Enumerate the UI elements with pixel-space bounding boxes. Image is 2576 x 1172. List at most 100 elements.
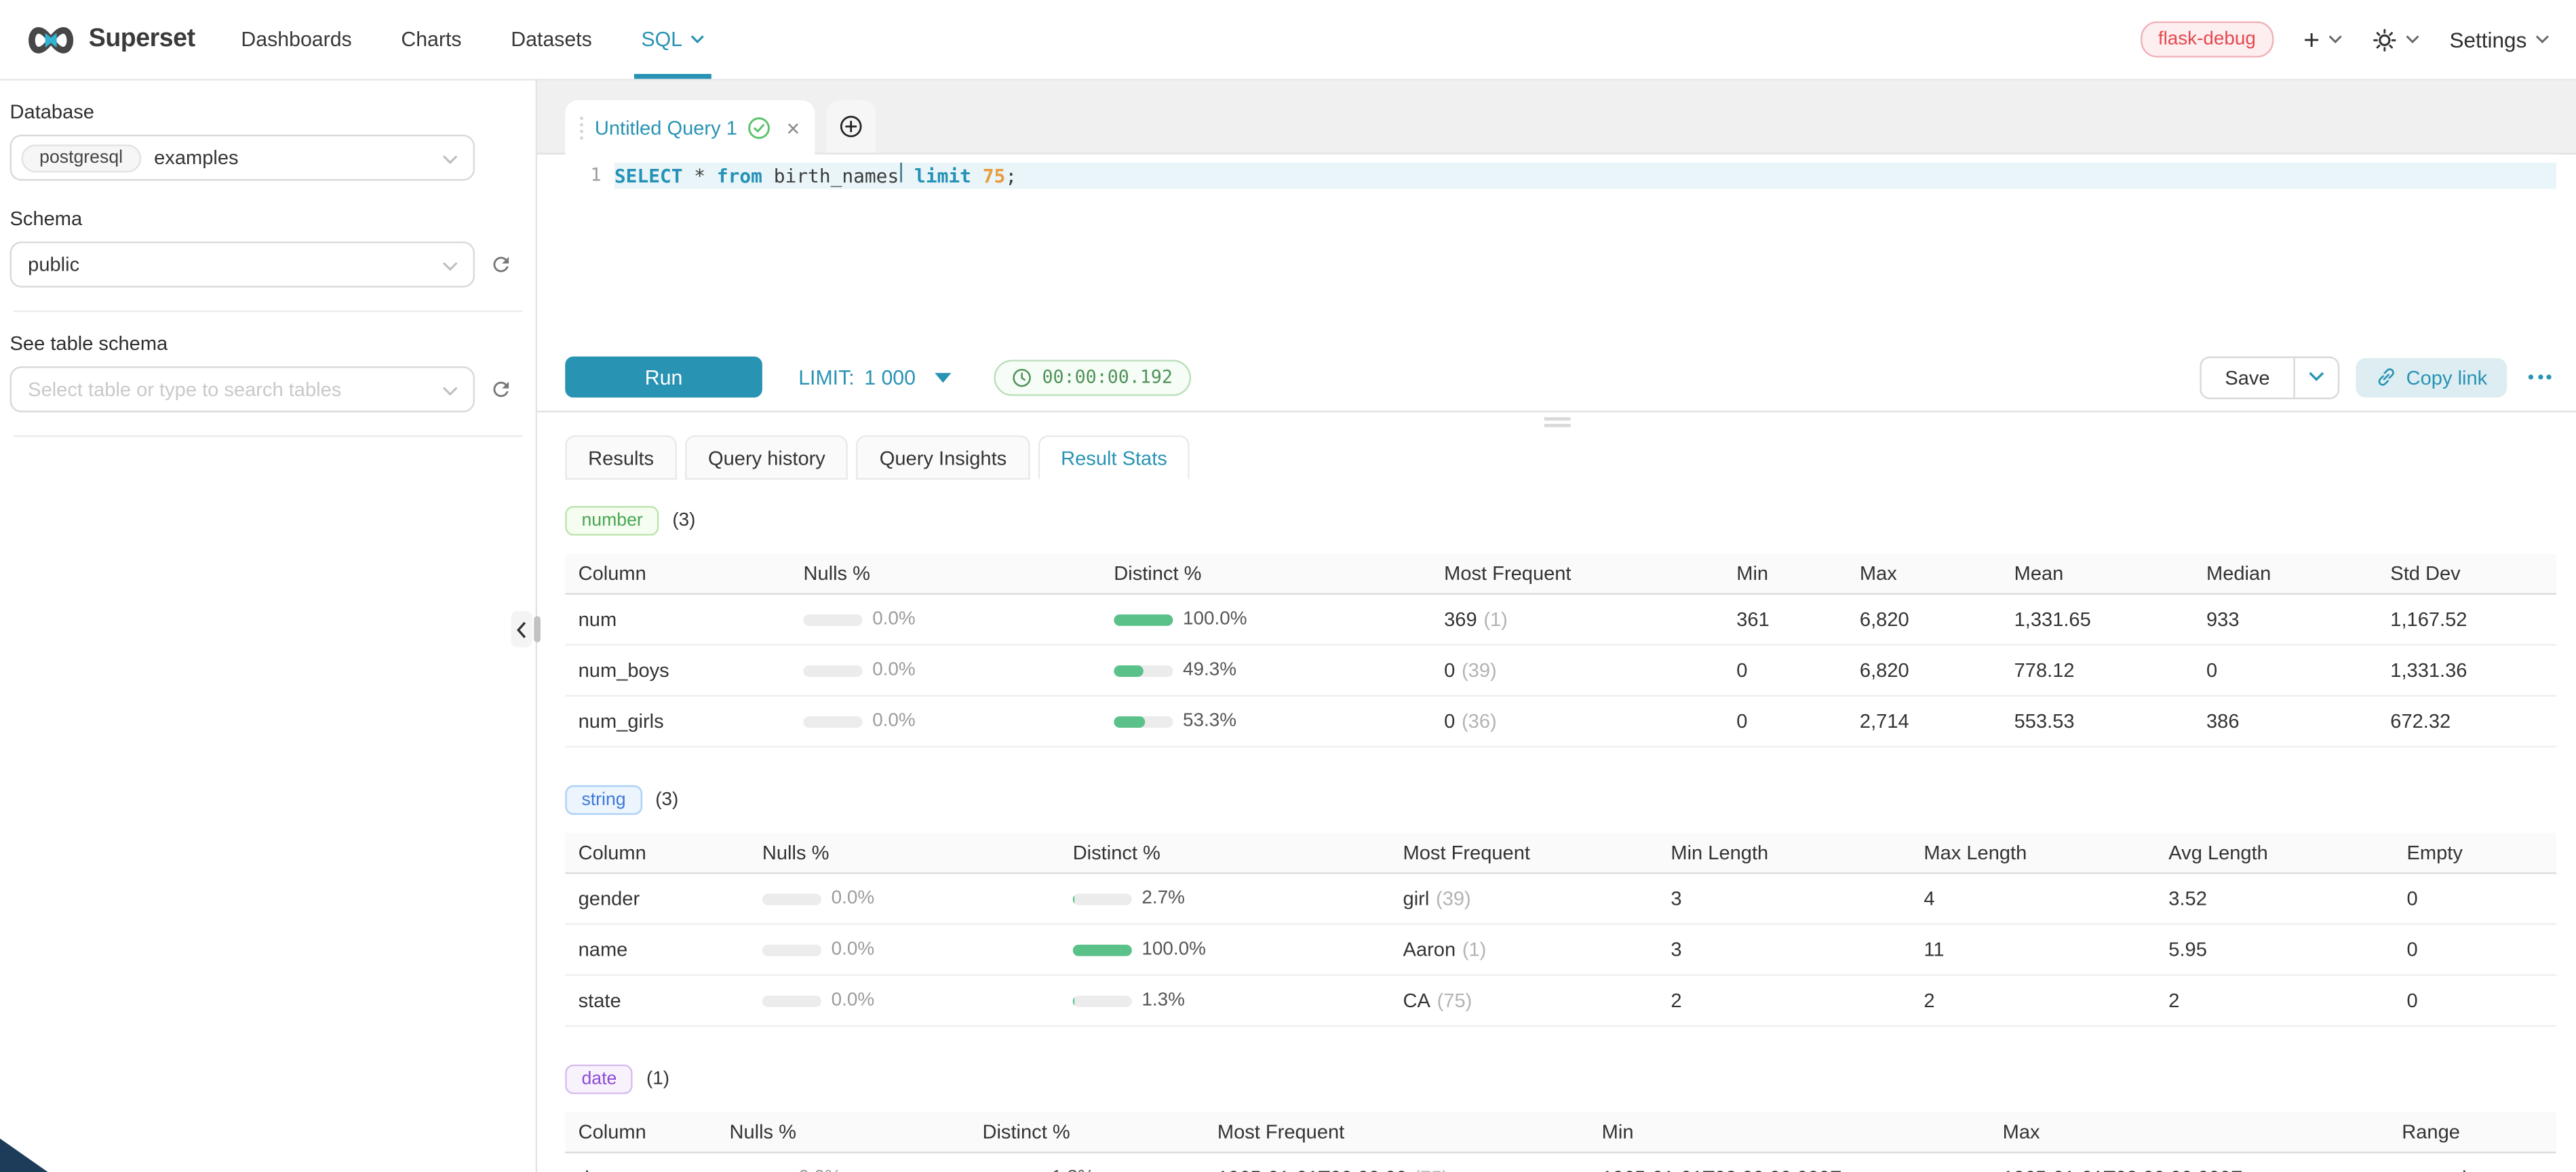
code-token: ; xyxy=(1005,164,1017,187)
bar-fill xyxy=(1114,614,1173,625)
table-row: num0.0%100.0%369(1)3616,8201,331.659331,… xyxy=(565,595,2556,646)
nulls-bar xyxy=(762,995,821,1007)
panel-scrollbar-thumb[interactable] xyxy=(534,616,541,642)
database-value: examples xyxy=(154,146,238,170)
column-count: (1) xyxy=(646,1070,669,1089)
header-cell: Avg Length xyxy=(2155,841,2394,864)
editor-code-area[interactable]: SELECT * from birth_names limit 75; xyxy=(614,155,2556,344)
header-cell: Column xyxy=(565,562,790,585)
resize-drag-handle[interactable] xyxy=(1544,417,1570,427)
header-cell: Column xyxy=(565,841,749,864)
stat-value-cell: 933 xyxy=(2193,608,2377,631)
drag-handle-icon[interactable] xyxy=(580,116,585,139)
nulls-cell: 0.0% xyxy=(716,1168,969,1172)
stat-value-cell: 0 xyxy=(2394,887,2556,910)
distinct-bar xyxy=(1073,995,1132,1007)
sql-editor[interactable]: 1 SELECT * from birth_names limit 75; xyxy=(565,155,2556,344)
refresh-icon[interactable] xyxy=(490,378,513,401)
chevron-down-icon xyxy=(442,155,458,166)
more-options-button[interactable] xyxy=(2523,366,2556,387)
nav-item-dashboards[interactable]: Dashboards xyxy=(241,0,351,79)
header-cell: Std Dev xyxy=(2377,562,2556,585)
stat-value-cell: 672.32 xyxy=(2377,709,2556,732)
query-tab-title: Untitled Query 1 xyxy=(595,116,737,139)
clock-icon xyxy=(1013,367,1032,387)
save-button[interactable]: Save xyxy=(2202,357,2292,397)
stats-section-number: number(3) ColumnNulls %Distinct %Most Fre… xyxy=(565,506,2556,747)
bar-fill xyxy=(1073,995,1074,1007)
section-header: string(3) xyxy=(565,785,2556,815)
header-cell: Min xyxy=(1723,562,1847,585)
header-cell: Most Frequent xyxy=(1204,1120,1588,1144)
stat-value-cell: 1,331.36 xyxy=(2377,659,2556,682)
mouse-cursor xyxy=(0,1130,50,1172)
table-header-row: ColumnNulls %Distinct %Most FrequentMin … xyxy=(565,833,2556,874)
schema-select[interactable]: public xyxy=(10,241,475,288)
table-select-placeholder: Select table or type to search tables xyxy=(18,378,342,401)
editor-gutter: 1 xyxy=(565,155,614,344)
link-icon xyxy=(2375,366,2396,387)
nav-item-charts[interactable]: Charts xyxy=(401,0,461,79)
settings-menu[interactable]: Settings xyxy=(2450,27,2550,52)
nav-item-datasets[interactable]: Datasets xyxy=(511,0,592,79)
header-cell: Empty xyxy=(2394,841,2556,864)
superset-sql-lab: Superset Dashboards Charts Datasets SQL … xyxy=(0,0,2576,1172)
most-frequent-count: (39) xyxy=(1436,887,1471,910)
header-cell: Min xyxy=(1588,1120,1989,1144)
percent-label: 2.7% xyxy=(1141,888,1185,908)
table-row: num_girls0.0%53.3%0(36)02,714553.5338667… xyxy=(565,697,2556,747)
header-cell: Mean xyxy=(2001,562,2193,585)
stat-value-cell: 1,331.65 xyxy=(2001,608,2193,631)
run-button[interactable]: Run xyxy=(565,357,762,398)
stat-value-cell: same day xyxy=(2389,1167,2556,1172)
most-frequent-value: 0 xyxy=(1444,659,1455,682)
distinct-cell: 100.0% xyxy=(1101,610,1431,629)
database-engine-tag: postgresql xyxy=(21,144,140,172)
header-cell: Column xyxy=(565,1120,716,1144)
tab-query-insights[interactable]: Query Insights xyxy=(857,435,1030,480)
add-tab-button[interactable] xyxy=(826,100,876,153)
header-cell: Distinct % xyxy=(1059,841,1390,864)
type-badge: string xyxy=(565,785,642,815)
most-frequent-value: CA xyxy=(1403,989,1430,1012)
sidebar-divider xyxy=(13,435,522,437)
percent-label: 0.0% xyxy=(872,661,916,680)
nulls-cell: 0.0% xyxy=(790,661,1101,680)
table-header-row: ColumnNulls %Distinct %Most FrequentMinM… xyxy=(565,553,2556,595)
stat-value-cell: 0 xyxy=(1723,709,1847,732)
editor-toolbar: Run LIMIT: 1 000 00:00:00.19 xyxy=(537,343,2576,412)
collapse-sidebar-button[interactable] xyxy=(511,611,532,647)
header-cell: Max xyxy=(1989,1120,2389,1144)
sidebar-divider xyxy=(13,311,522,312)
code-token: birth_names xyxy=(762,164,899,187)
tab-result-stats[interactable]: Result Stats xyxy=(1038,435,1190,480)
copy-link-button[interactable]: Copy link xyxy=(2356,357,2507,397)
limit-dropdown[interactable]: LIMIT: 1 000 xyxy=(798,366,952,389)
distinct-cell: 2.7% xyxy=(1059,888,1390,908)
database-select[interactable]: postgresql examples xyxy=(10,135,475,181)
header-cell: Max Length xyxy=(1911,841,2155,864)
theme-menu[interactable] xyxy=(2373,27,2420,52)
environment-badge: flask-debug xyxy=(2140,21,2273,57)
stat-value-cell: 3 xyxy=(1658,887,1911,910)
nav-item-sql[interactable]: SQL xyxy=(641,0,705,79)
superset-logo[interactable]: Superset xyxy=(26,24,195,55)
stat-value-cell: 2 xyxy=(2155,989,2394,1012)
nulls-bar xyxy=(803,665,862,676)
refresh-icon[interactable] xyxy=(490,253,513,276)
distinct-bar xyxy=(1073,944,1132,956)
stat-value-cell: 0 xyxy=(1723,659,1847,682)
save-options-button[interactable] xyxy=(2293,357,2337,397)
tab-query-history[interactable]: Query history xyxy=(685,435,848,480)
section-header: date(1) xyxy=(565,1065,2556,1095)
tab-results[interactable]: Results xyxy=(565,435,677,480)
section-header: number(3) xyxy=(565,506,2556,536)
settings-label: Settings xyxy=(2450,27,2527,52)
most-frequent-value: 1965-01-01T00:00:00 xyxy=(1217,1167,1407,1172)
most-frequent-count: (75) xyxy=(1437,989,1472,1012)
table-select[interactable]: Select table or type to search tables xyxy=(10,366,475,412)
close-tab-icon[interactable]: × xyxy=(787,116,800,139)
query-tab[interactable]: Untitled Query 1 × xyxy=(565,100,815,155)
save-split-button[interactable]: Save xyxy=(2200,355,2339,398)
new-item-menu[interactable]: + xyxy=(2303,26,2343,54)
